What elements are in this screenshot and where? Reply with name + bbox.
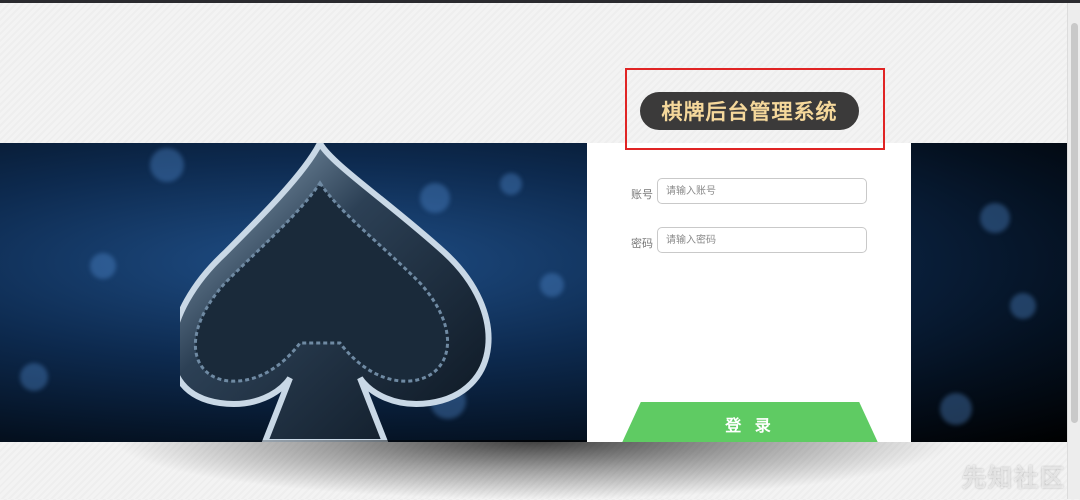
page-title: 棋牌后台管理系统: [640, 92, 859, 130]
password-label: 密码: [631, 237, 653, 250]
bokeh-light: [90, 253, 116, 279]
login-panel: 账号 密码 登 录: [587, 143, 911, 442]
bokeh-light: [980, 203, 1010, 233]
scrollbar-thumb[interactable]: [1071, 23, 1078, 423]
login-button[interactable]: 登 录: [620, 402, 880, 442]
account-input[interactable]: [657, 178, 867, 204]
bokeh-light: [540, 273, 564, 297]
bokeh-light: [20, 363, 48, 391]
password-input[interactable]: [657, 227, 867, 253]
account-label: 账号: [631, 188, 653, 201]
banner-shadow: [110, 440, 960, 500]
window-top-bar: [0, 0, 1080, 3]
bokeh-light: [940, 393, 972, 425]
spade-icon: [180, 143, 492, 442]
watermark: 先知社区: [962, 464, 1066, 492]
scrollbar[interactable]: [1067, 3, 1080, 499]
bokeh-light: [1010, 293, 1036, 319]
bokeh-light: [150, 148, 184, 182]
